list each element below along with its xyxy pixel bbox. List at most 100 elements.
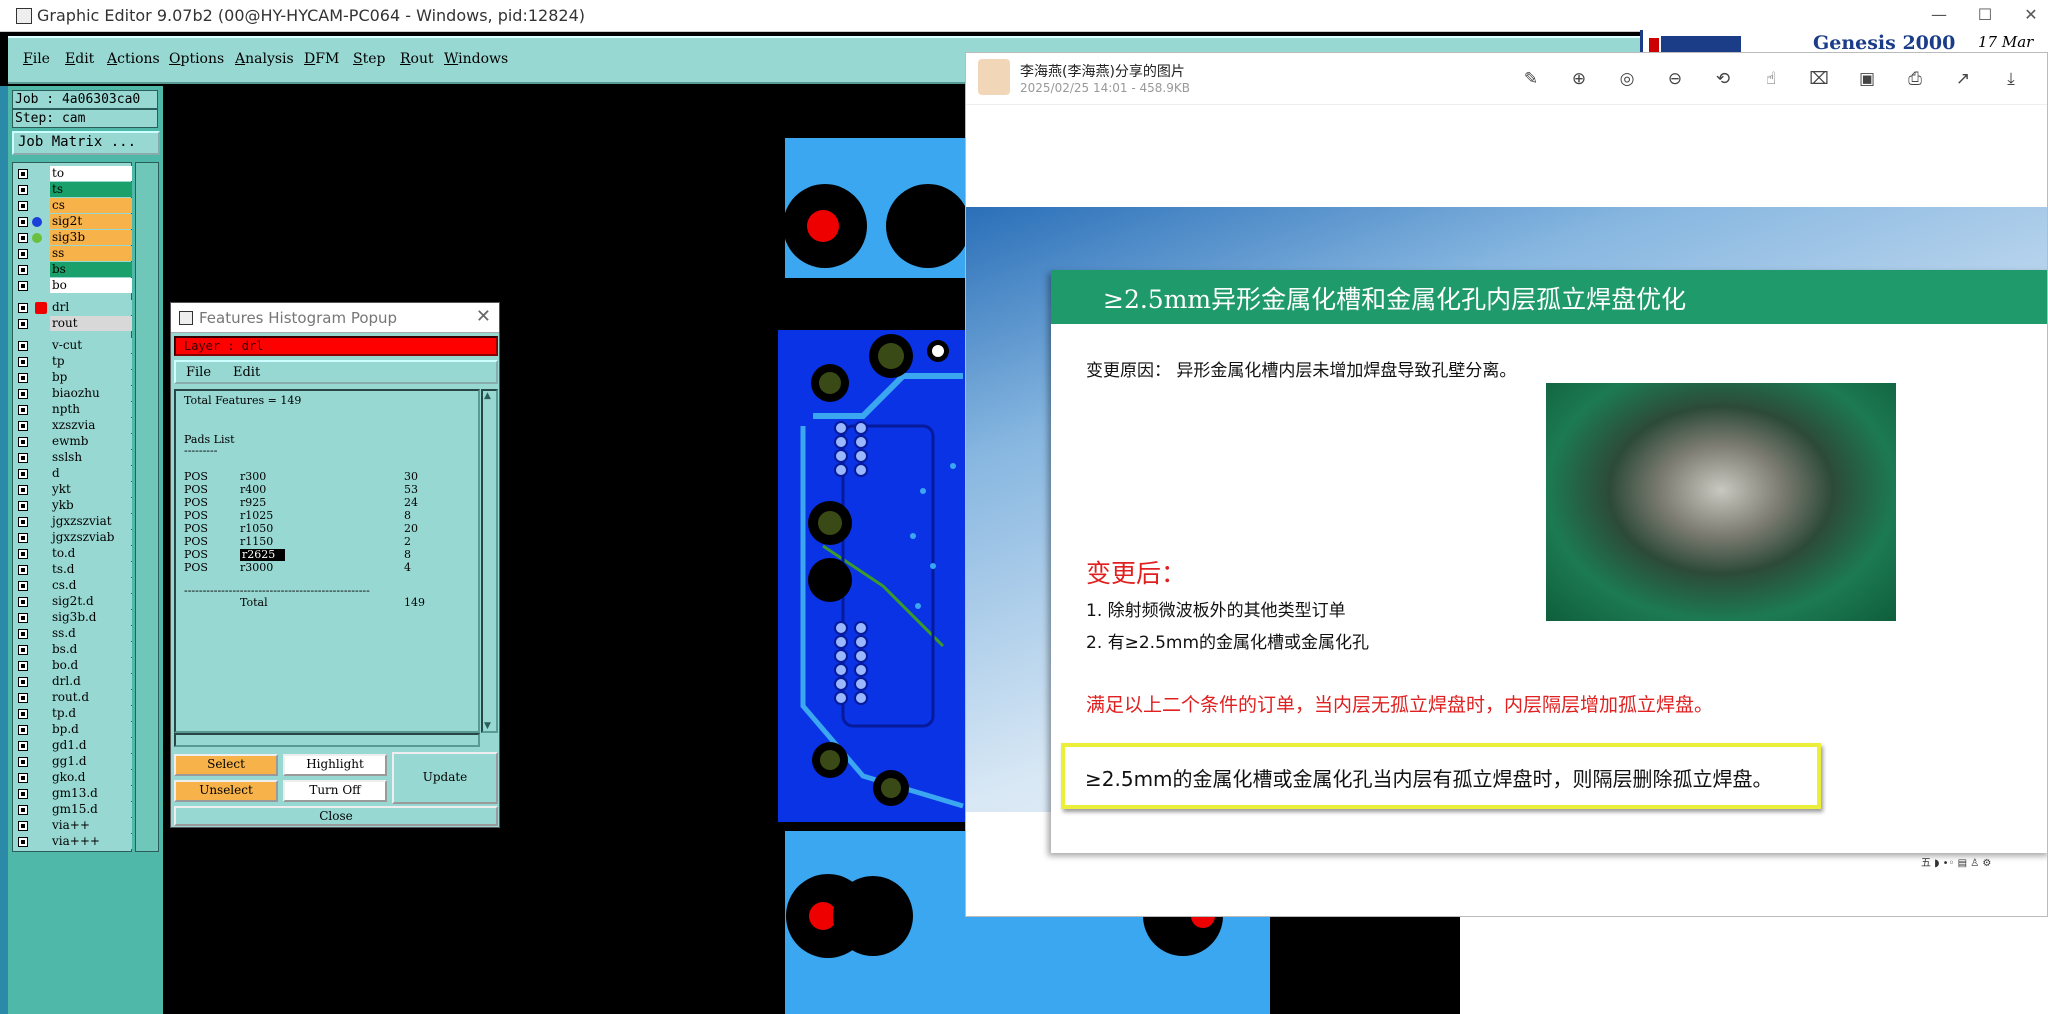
layer-row[interactable]: d xyxy=(13,466,133,482)
layer-row[interactable]: ts.d xyxy=(13,562,133,578)
layer-row[interactable]: via+++ xyxy=(13,834,133,850)
layer-checkbox[interactable] xyxy=(18,549,28,559)
pad-count-cell[interactable]: 20 xyxy=(404,523,418,535)
text-extract-icon[interactable]: ⌧ xyxy=(1807,67,1831,91)
layer-checkbox[interactable] xyxy=(18,661,28,671)
pad-type-cell[interactable]: POS xyxy=(184,497,208,509)
menu-file[interactable]: File xyxy=(23,51,50,67)
layer-checkbox[interactable] xyxy=(18,565,28,575)
layer-checkbox[interactable] xyxy=(18,805,28,815)
layer-row[interactable]: npth xyxy=(13,402,133,418)
layer-checkbox[interactable] xyxy=(18,613,28,623)
layer-row[interactable]: to.d xyxy=(13,546,133,562)
layer-checkbox[interactable] xyxy=(18,645,28,655)
layer-checkbox[interactable] xyxy=(18,303,28,313)
pad-type-cell[interactable]: POS xyxy=(184,536,208,548)
layer-row[interactable]: tp xyxy=(13,354,133,370)
pad-count-cell[interactable]: 2 xyxy=(404,536,411,548)
job-matrix-button[interactable]: Job Matrix ... xyxy=(12,131,160,155)
print-icon[interactable]: ⎙ xyxy=(1903,67,1927,91)
layer-checkbox[interactable] xyxy=(18,341,28,351)
pad-count-cell[interactable]: 8 xyxy=(404,510,411,522)
pad-sym-cell[interactable]: r400 xyxy=(240,484,266,496)
layer-row[interactable]: jgxzszviab xyxy=(13,530,133,546)
layer-row[interactable]: to xyxy=(13,166,133,182)
menu-analysis[interactable]: Analysis xyxy=(235,51,294,67)
layer-checkbox[interactable] xyxy=(18,469,28,479)
layer-checkbox[interactable] xyxy=(18,741,28,751)
pad-sym-cell[interactable]: r925 xyxy=(240,497,266,509)
layer-checkbox[interactable] xyxy=(18,773,28,783)
layer-row[interactable]: bp xyxy=(13,370,133,386)
layer-row[interactable]: rout xyxy=(13,316,133,332)
menu-dfm[interactable]: DFM xyxy=(304,51,339,67)
share-icon[interactable]: ↗ xyxy=(1951,67,1975,91)
layer-row[interactable]: xzszvia xyxy=(13,418,133,434)
layer-row[interactable]: ss.d xyxy=(13,626,133,642)
zoom-out-icon[interactable]: ⊖ xyxy=(1663,67,1687,91)
layer-checkbox[interactable] xyxy=(18,629,28,639)
layer-row[interactable]: sig3b xyxy=(13,230,133,246)
layer-row[interactable]: biaozhu xyxy=(13,386,133,402)
layer-checkbox[interactable] xyxy=(18,725,28,735)
layer-checkbox[interactable] xyxy=(18,405,28,415)
pad-type-cell[interactable]: POS xyxy=(184,471,208,483)
scroll-up-icon[interactable]: ▲ xyxy=(484,391,491,401)
layer-row[interactable]: ts xyxy=(13,182,133,198)
layer-list-scrollbar[interactable] xyxy=(135,162,159,852)
layer-row[interactable]: cs.d xyxy=(13,578,133,594)
layer-checkbox[interactable] xyxy=(18,517,28,527)
menu-windows[interactable]: Windows xyxy=(444,51,508,67)
magic-icon[interactable]: ✎ xyxy=(1519,67,1543,91)
layer-checkbox[interactable] xyxy=(18,233,28,243)
layer-checkbox[interactable] xyxy=(18,837,28,847)
pad-count-cell[interactable]: 53 xyxy=(404,484,418,496)
popup-menu-file[interactable]: File xyxy=(186,365,211,380)
turn-off-button[interactable]: Turn Off xyxy=(283,780,387,802)
layer-checkbox[interactable] xyxy=(18,709,28,719)
layer-checkbox[interactable] xyxy=(18,185,28,195)
layer-row[interactable]: gg1.d xyxy=(13,754,133,770)
layer-checkbox[interactable] xyxy=(18,357,28,367)
unselect-button[interactable]: Unselect xyxy=(174,780,278,802)
list-horizontal-scrollbar[interactable] xyxy=(174,733,480,747)
scroll-down-icon[interactable]: ▼ xyxy=(484,721,491,731)
layer-checkbox[interactable] xyxy=(18,533,28,543)
layer-checkbox[interactable] xyxy=(18,437,28,447)
download-icon[interactable]: ⤓ xyxy=(1999,67,2023,91)
pad-sym-cell[interactable]: r1050 xyxy=(240,523,273,535)
histogram-list[interactable]: Total Features = 149 Pads List ---------… xyxy=(174,389,480,733)
pad-count-cell[interactable]: 8 xyxy=(404,549,411,561)
layer-checkbox[interactable] xyxy=(18,169,28,179)
popup-close-icon[interactable]: ✕ xyxy=(476,306,491,327)
layer-checkbox[interactable] xyxy=(18,265,28,275)
layer-checkbox[interactable] xyxy=(18,821,28,831)
pad-type-cell[interactable]: POS xyxy=(184,562,208,574)
layer-checkbox[interactable] xyxy=(18,281,28,291)
layer-row[interactable]: cs xyxy=(13,198,133,214)
list-vertical-scrollbar[interactable]: ▲ ▼ xyxy=(481,389,498,733)
layer-row[interactable]: rout.d xyxy=(13,690,133,706)
popup-menu-edit[interactable]: Edit xyxy=(233,365,260,380)
layer-row[interactable]: drl.d xyxy=(13,674,133,690)
layer-row[interactable]: gko.d xyxy=(13,770,133,786)
layer-checkbox[interactable] xyxy=(18,217,28,227)
layer-row[interactable]: gm15.d xyxy=(13,802,133,818)
layer-checkbox[interactable] xyxy=(18,501,28,511)
close-button[interactable]: ✕ xyxy=(2008,2,2048,28)
layer-row[interactable]: via++ xyxy=(13,818,133,834)
layer-row[interactable]: tp.d xyxy=(13,706,133,722)
hand-icon[interactable]: ☝ xyxy=(1759,67,1783,91)
layer-row[interactable]: gd1.d xyxy=(13,738,133,754)
close-popup-button[interactable]: Close xyxy=(174,806,498,826)
layer-checkbox[interactable] xyxy=(18,677,28,687)
minimize-button[interactable]: — xyxy=(1916,2,1962,28)
menu-options[interactable]: Options xyxy=(169,51,224,67)
select-button[interactable]: Select xyxy=(174,754,278,776)
pad-type-cell[interactable]: POS xyxy=(184,549,208,561)
pad-count-cell[interactable]: 4 xyxy=(404,562,411,574)
menu-rout[interactable]: Rout xyxy=(400,51,434,67)
layer-row[interactable]: bs xyxy=(13,262,133,278)
layer-row[interactable]: jgxzszviat xyxy=(13,514,133,530)
screenshot-icon[interactable]: ▣ xyxy=(1855,67,1879,91)
